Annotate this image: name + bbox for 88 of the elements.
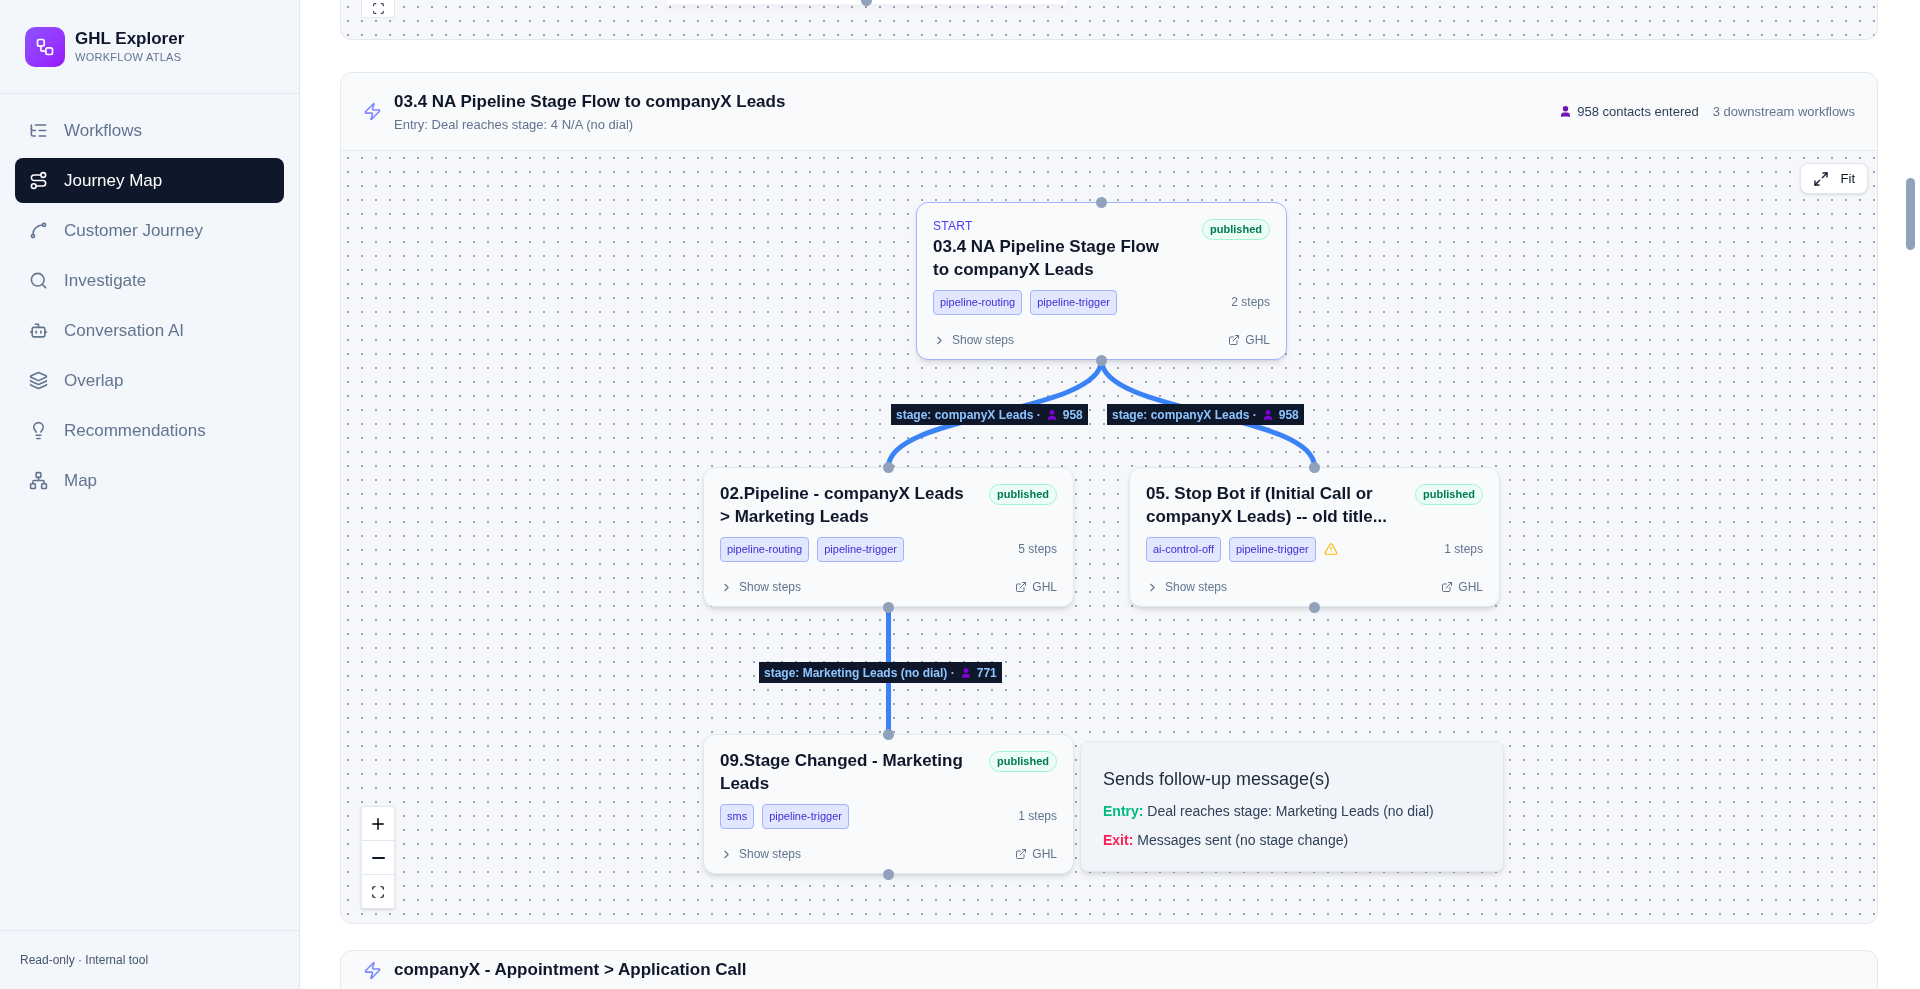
nav-item[interactable]: Journey Map (15, 158, 284, 203)
step-count: 1 steps (1018, 808, 1057, 826)
downstream-count: 3 downstream workflows (1712, 102, 1855, 121)
node-title: 02.Pipeline - companyX Leads > Marketing Leads (720, 483, 965, 528)
edge-label: stage: companyX Leads · 958 (1107, 404, 1304, 425)
show-steps-button[interactable]: Show steps (933, 331, 1015, 349)
tag: pipeline-trigger (1030, 290, 1117, 315)
node-title: 09.Stage Changed - Marketing Leads (720, 750, 964, 795)
workflow-node[interactable]: START 03.4 NA Pipeline Stage Flow to companyX Leads published pipeline-routing pipeline-trigger 2 steps Show steps GHL (916, 202, 1287, 360)
external-link-icon (1441, 581, 1454, 593)
connection-handle[interactable] (883, 601, 894, 613)
app-subtitle: WORKFLOW ATLAS (75, 49, 183, 65)
minus-icon (371, 856, 385, 859)
tag: pipeline-trigger (762, 804, 849, 829)
hierarchy-icon (29, 471, 48, 490)
search-icon (29, 271, 48, 290)
connection-handle[interactable] (883, 461, 894, 473)
start-label: START (933, 218, 974, 235)
flow-entry: Entry: Deal reaches stage: 4 N/A (no dial) (394, 115, 635, 134)
connection-handle[interactable] (883, 728, 894, 740)
list-icon (29, 121, 48, 140)
entry-line: Entry: Deal reaches stage: Marketing Leads (no dial) (1103, 802, 1435, 821)
person-icon (1045, 408, 1058, 421)
workflow-icon (35, 36, 55, 57)
tag: pipeline-routing (720, 537, 810, 562)
nav-item[interactable]: Workflows (15, 108, 284, 153)
external-link-icon (1228, 334, 1241, 346)
connection-handle[interactable] (1096, 354, 1107, 366)
lightning-icon (363, 102, 382, 121)
tag: ai-control-off (1146, 537, 1221, 562)
fullscreen-icon (371, 2, 385, 15)
step-count: 1 steps (1444, 541, 1483, 559)
external-link-icon (1015, 581, 1028, 593)
person-icon (1559, 105, 1573, 118)
flow-title: 03.4 NA Pipeline Stage Flow to companyX Leads (394, 91, 786, 113)
show-steps-button[interactable]: Show steps (1146, 578, 1228, 596)
tag: pipeline-routing (933, 290, 1023, 315)
ghl-link[interactable]: GHL (1228, 331, 1270, 349)
fit-button[interactable]: Fit (1799, 163, 1868, 194)
nav-item[interactable]: Conversation AI (15, 308, 284, 353)
node-title: 03.4 NA Pipeline Stage Flow to companyX Leads (933, 236, 1161, 281)
connection-handle[interactable] (883, 868, 894, 880)
lightning-icon (363, 961, 382, 980)
tag: pipeline-trigger (1228, 537, 1316, 562)
info-title: Sends follow-up message(s) (1103, 768, 1332, 791)
status-badge: published (1415, 484, 1483, 505)
flow-title: companyX - Appointment > Application Call (394, 959, 747, 981)
layers-icon (29, 371, 48, 390)
exit-line: Exit: Messages sent (no stage change) (1103, 831, 1350, 850)
external-link-icon (1015, 848, 1028, 860)
connection-handle[interactable] (1096, 196, 1107, 208)
expand-icon (1812, 170, 1829, 187)
status-badge: published (989, 751, 1057, 772)
fullscreen-icon (371, 884, 385, 899)
node-title: 05. Stop Bot if (Initial Call or companyX Leads) -- old title... (1146, 483, 1388, 528)
nav-item[interactable]: Recommendations (15, 408, 284, 453)
nav-item[interactable]: Investigate (15, 258, 284, 303)
status-badge: published (1202, 219, 1270, 240)
ghl-link[interactable]: GHL (1015, 578, 1057, 596)
edge-label: stage: companyX Leads · 958 (891, 404, 1088, 425)
show-steps-button[interactable]: Show steps (720, 845, 802, 863)
show-steps-button[interactable]: Show steps (720, 578, 802, 596)
workflow-node[interactable]: 05. Stop Bot if (Initial Call or companyX Leads) -- old title... published ai-control-off pipeline-trigger 1 steps Show steps GHL (1129, 467, 1500, 607)
fit-view-button[interactable] (361, 0, 395, 18)
workflow-node[interactable]: 09.Stage Changed - Marketing Leads published sms pipeline-trigger 1 steps Show steps GHL (703, 734, 1074, 874)
robot-icon (29, 321, 48, 340)
route-icon (29, 171, 48, 190)
nav-item[interactable]: Customer Journey (15, 208, 284, 253)
workflow-node[interactable]: 02.Pipeline - companyX Leads > Marketing Leads published pipeline-routing pipeline-trigger 5 steps Show steps GHL (703, 467, 1074, 607)
person-icon (1261, 408, 1274, 421)
app-name: GHL Explorer (75, 27, 185, 49)
nav-item[interactable]: Overlap (15, 358, 284, 403)
footer-note: Read-only · Internal tool (20, 952, 149, 969)
connection-handle[interactable] (1309, 461, 1320, 473)
tag: sms (720, 804, 755, 829)
curve-icon (29, 221, 48, 240)
tag: pipeline-trigger (817, 537, 904, 562)
ghl-link[interactable]: GHL (1441, 578, 1483, 596)
nav-item[interactable]: Map (15, 458, 284, 503)
edge-label: stage: Marketing Leads (no dial) · 771 (759, 662, 1002, 683)
connection-handle[interactable] (1309, 601, 1320, 613)
step-count: 5 steps (1018, 541, 1057, 559)
person-icon (959, 666, 972, 679)
status-badge: published (989, 484, 1057, 505)
step-count: 2 steps (1231, 294, 1270, 312)
scrollbar-thumb[interactable] (1906, 178, 1915, 250)
contacts-count: 958 contacts entered (1577, 102, 1699, 121)
ghl-link[interactable]: GHL (1015, 845, 1057, 863)
